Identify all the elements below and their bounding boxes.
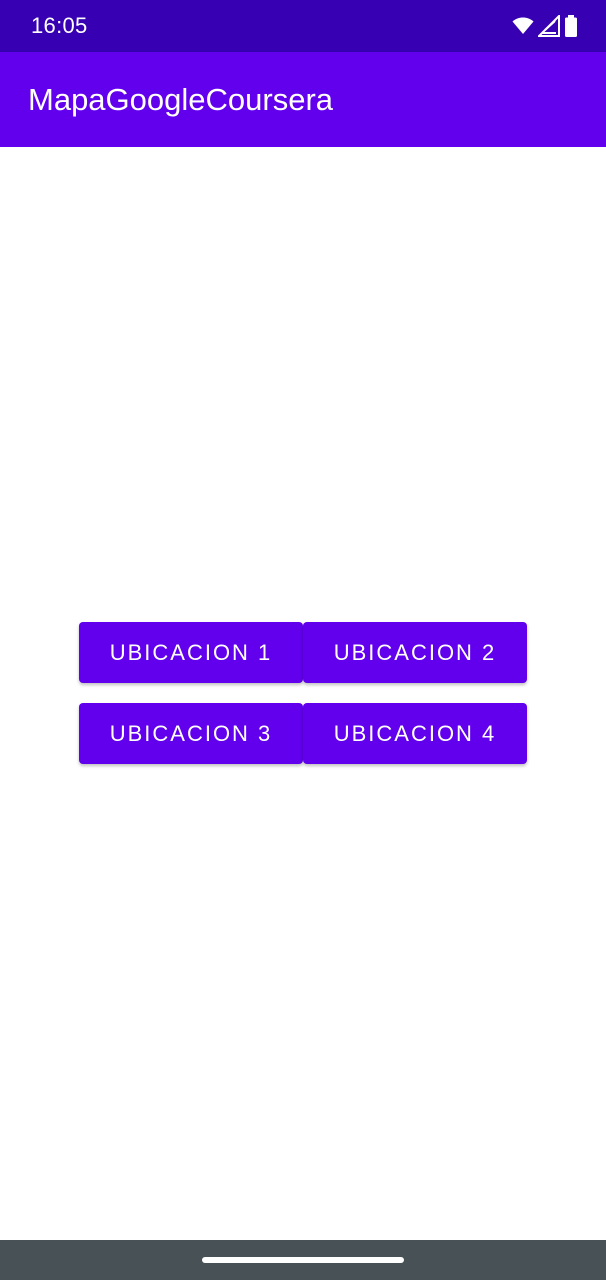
status-bar: 16:05	[0, 0, 606, 52]
status-icons	[512, 14, 578, 38]
content-area: UBICACION 1 UBICACION 2 UBICACION 3 UBIC…	[0, 147, 606, 1240]
screen: 16:05 MapaGoogleCoursera UBICACION 1 UBI…	[0, 0, 606, 1280]
app-bar: MapaGoogleCoursera	[0, 52, 606, 147]
ubicacion-1-button[interactable]: UBICACION 1	[79, 622, 303, 683]
ubicacion-4-button[interactable]: UBICACION 4	[303, 703, 527, 764]
wifi-icon	[512, 17, 534, 35]
ubicacion-3-button[interactable]: UBICACION 3	[79, 703, 303, 764]
home-handle[interactable]	[202, 1257, 404, 1263]
signal-icon	[538, 15, 560, 37]
ubicacion-2-button[interactable]: UBICACION 2	[303, 622, 527, 683]
navigation-bar	[0, 1240, 606, 1280]
app-title: MapaGoogleCoursera	[28, 82, 334, 117]
battery-icon	[564, 15, 578, 37]
status-time: 16:05	[31, 13, 88, 38]
